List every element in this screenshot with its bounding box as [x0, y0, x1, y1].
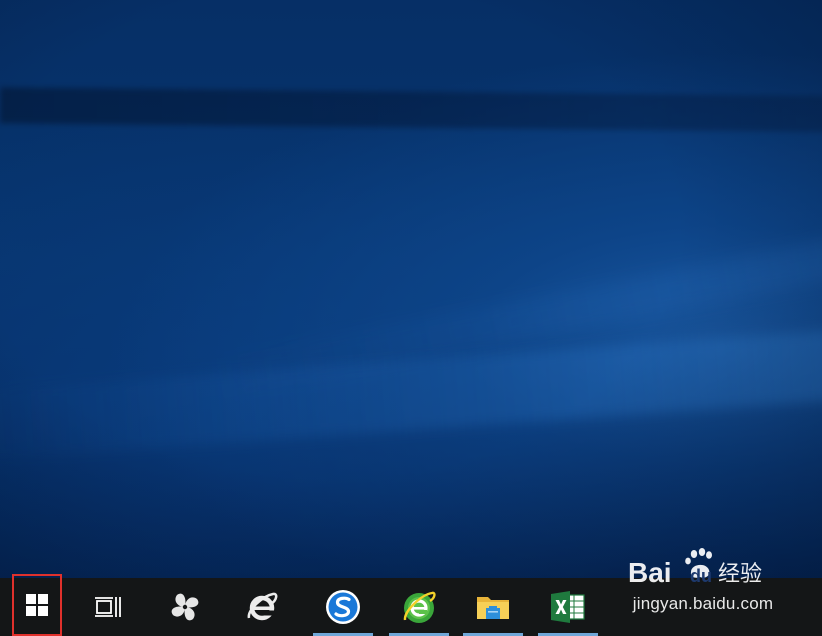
wallpaper-light-beam-lower: [0, 328, 822, 462]
taskbar-app-file-explorer[interactable]: [463, 578, 523, 636]
excel-icon: [551, 591, 585, 623]
desktop-wallpaper: [0, 0, 822, 578]
wallpaper-light-beam-upper: [204, 189, 822, 401]
baidu-jingyan-watermark: Bai du 经验 jingyan.baidu.com: [628, 546, 778, 618]
start-button[interactable]: [12, 574, 62, 636]
svg-text:du: du: [690, 566, 712, 586]
360-browser-icon: [403, 591, 436, 623]
sogou-browser-icon: [326, 590, 360, 624]
svg-text:Bai: Bai: [628, 557, 672, 588]
file-explorer-icon: [477, 597, 509, 619]
wallpaper-dark-beam: [0, 87, 822, 133]
task-view-icon: [95, 597, 121, 617]
taskbar-app-internet-explorer[interactable]: [233, 578, 291, 636]
internet-explorer-icon: [247, 592, 278, 621]
windows-logo-icon: [26, 594, 48, 616]
svg-text:经验: 经验: [718, 562, 762, 587]
baidu-jingyan-logo: Bai du 经验: [628, 548, 762, 588]
watermark-url: jingyan.baidu.com: [632, 594, 774, 613]
taskbar-app-excel[interactable]: [538, 578, 598, 636]
pinwheel-app-icon: [171, 593, 199, 621]
task-view-button[interactable]: [80, 578, 136, 636]
taskbar-app-pinwheel[interactable]: [156, 578, 214, 636]
wallpaper-vignette: [0, 0, 822, 578]
taskbar-app-360-browser[interactable]: [389, 578, 449, 636]
taskbar-app-sogou-browser[interactable]: [313, 578, 373, 636]
